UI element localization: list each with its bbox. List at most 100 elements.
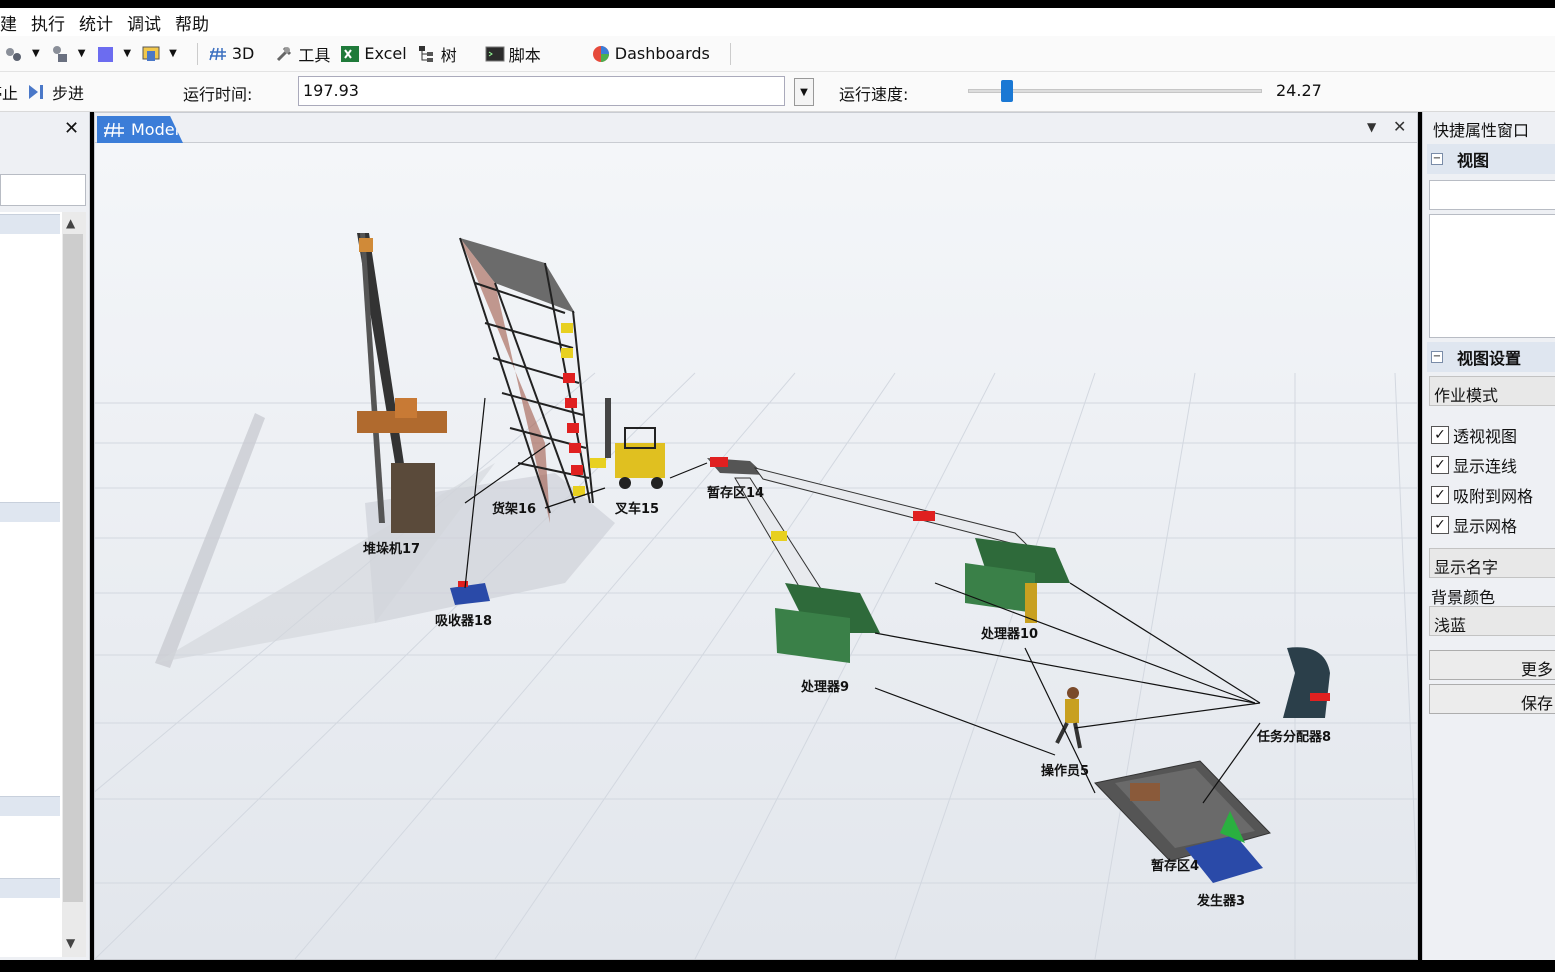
chevron-down-icon[interactable]: ▼	[32, 48, 40, 59]
checkmark-icon: ✓	[1431, 456, 1449, 474]
excel-icon	[341, 45, 360, 62]
dashboards-icon	[592, 45, 609, 62]
checkmark-icon: ✓	[1431, 516, 1449, 534]
tools-label: 工具	[298, 45, 331, 65]
window-bottom-edge	[0, 960, 1555, 972]
chevron-down-icon[interactable]: ▼	[1367, 120, 1376, 134]
label-processor-10: 处理器10	[980, 626, 1038, 642]
color-tool[interactable]: ▼	[95, 44, 131, 64]
checkbox-label: 吸附到网格	[1453, 487, 1534, 506]
menu-run[interactable]: 执行	[31, 10, 65, 35]
tree-button[interactable]: 树	[417, 42, 457, 66]
library-group-row[interactable]	[0, 214, 60, 234]
tab-model[interactable]: Model	[97, 116, 183, 143]
show-names-select[interactable]: 显示名字	[1429, 548, 1555, 578]
checkbox-label: 显示连线	[1453, 457, 1518, 476]
library-group-row[interactable]	[0, 878, 60, 898]
quick-properties-panel: 快捷属性窗口 − 视图 − 视图设置 作业模式 ✓ 透视视图 ✓ 显示连线 ✓ 吸附到…	[1422, 112, 1555, 960]
section-view-settings[interactable]: − 视图设置	[1427, 342, 1555, 372]
library-panel: ✕ ▲ ▼	[0, 112, 90, 960]
view-name-field[interactable]	[1429, 180, 1555, 210]
3d-button[interactable]: 3D	[208, 44, 255, 64]
checkbox-label: 透视视图	[1453, 427, 1518, 446]
checkmark-icon: ✓	[1431, 426, 1449, 444]
library-group-row[interactable]	[0, 502, 60, 522]
3d-viewport[interactable]: 堆垛机17 货架16 叉车15 暂存区14 吸收器18 处理器10 处理器9 任…	[95, 143, 1417, 959]
scrollbar-thumb[interactable]	[63, 234, 83, 902]
library-scrollbar[interactable]: ▲ ▼	[62, 212, 86, 957]
chevron-down-icon[interactable]: ▼	[66, 936, 75, 950]
3d-label: 3D	[231, 44, 255, 63]
window-top-edge	[0, 0, 1555, 8]
menu-help[interactable]: 帮助	[175, 10, 209, 35]
library-search-input[interactable]	[0, 174, 86, 206]
excel-button[interactable]: Excel	[340, 44, 407, 64]
save-button[interactable]: 保存	[1429, 684, 1555, 714]
show-grid-checkbox[interactable]: ✓ 显示网格	[1431, 513, 1517, 537]
checkbox-label: 显示网格	[1453, 517, 1518, 536]
run-time-field[interactable]: 197.93	[298, 76, 785, 106]
grid-3d-icon	[209, 47, 226, 60]
tools-button[interactable]: 工具	[274, 42, 330, 66]
label-queue-4: 暂存区4	[1151, 858, 1199, 874]
menu-stats[interactable]: 统计	[79, 10, 113, 35]
background-color-label: 背景颜色	[1431, 588, 1496, 607]
perspective-checkbox[interactable]: ✓ 透视视图	[1431, 423, 1517, 447]
tools-icon	[277, 46, 292, 61]
chevron-down-icon: ▼	[800, 86, 808, 98]
view-icon	[142, 46, 160, 61]
label-processor-9: 处理器9	[800, 679, 849, 695]
view-list[interactable]	[1429, 214, 1555, 338]
collapse-icon[interactable]: −	[1431, 153, 1443, 165]
menu-build[interactable]: 建	[0, 10, 17, 35]
run-time-dropdown[interactable]: ▼	[794, 78, 814, 106]
chevron-down-icon[interactable]: ▼	[78, 48, 86, 59]
section-view-settings-label: 视图设置	[1457, 349, 1522, 368]
more-button[interactable]: 更多	[1429, 650, 1555, 680]
run-speed-value: 24.27	[1276, 81, 1322, 100]
background-color-select[interactable]: 浅蓝	[1429, 606, 1555, 636]
label-stacker-17: 堆垛机17	[363, 541, 420, 557]
label-queue-14: 暂存区14	[707, 485, 764, 501]
library-group-row[interactable]	[0, 796, 60, 816]
menu-bar: 建 执行 统计 调试 帮助	[0, 8, 1555, 36]
grid-3d-icon	[104, 122, 124, 137]
objects-tool[interactable]: ▼	[50, 44, 86, 64]
dashboards-button[interactable]: Dashboards	[591, 44, 710, 64]
label-rack-16: 货架16	[492, 501, 536, 517]
objects-icon	[52, 45, 67, 62]
step-button[interactable]: 步进	[52, 80, 84, 104]
chevron-down-icon[interactable]: ▼	[169, 48, 177, 59]
chevron-up-icon[interactable]: ▲	[66, 216, 75, 230]
run-control-bar: 停止 步进 运行时间: 197.93 ▼ 运行速度: 24.27	[0, 72, 1555, 112]
tree-label: 树	[440, 45, 457, 65]
close-icon[interactable]: ✕	[64, 118, 79, 139]
view-tool[interactable]: ▼	[141, 44, 177, 64]
section-view[interactable]: − 视图	[1427, 144, 1555, 174]
label-source-3: 发生器3	[1196, 893, 1245, 909]
close-icon[interactable]: ✕	[1393, 117, 1406, 136]
label-operator-5: 操作员5	[1041, 763, 1089, 779]
scene-svg[interactable]: 堆垛机17 货架16 叉车15 暂存区14 吸收器18 处理器10 处理器9 任…	[95, 143, 1417, 959]
tree-icon	[418, 45, 433, 62]
label-absorber-18: 吸收器18	[435, 613, 492, 629]
run-speed-label: 运行速度:	[839, 85, 909, 104]
mode-select[interactable]: 作业模式	[1429, 376, 1555, 406]
model-view: Model ▼ ✕ 堆垛机17 货架16 叉车15 暂存区14 吸收器18 处理…	[94, 112, 1418, 960]
script-icon	[485, 46, 505, 61]
label-forklift-15: 叉车15	[614, 501, 659, 517]
run-speed-slider-thumb[interactable]	[1001, 80, 1013, 102]
library-list[interactable]	[0, 212, 62, 957]
collapse-icon[interactable]: −	[1431, 351, 1443, 363]
connect-tool[interactable]: ▼	[4, 44, 40, 64]
stop-button[interactable]: 停止	[0, 80, 18, 104]
toolbar-separator	[729, 42, 731, 65]
menu-debug[interactable]: 调试	[127, 10, 161, 35]
chevron-down-icon[interactable]: ▼	[123, 48, 131, 59]
script-label: 脚本	[508, 45, 541, 65]
snap-to-grid-checkbox[interactable]: ✓ 吸附到网格	[1431, 483, 1533, 507]
step-icon[interactable]	[26, 82, 46, 102]
show-connections-checkbox[interactable]: ✓ 显示连线	[1431, 453, 1517, 477]
script-button[interactable]: 脚本	[485, 42, 541, 66]
main-toolbar: ▼ ▼ ▼ ▼ 3D 工具 Excel 树 脚本 Dashboards	[0, 36, 1555, 72]
